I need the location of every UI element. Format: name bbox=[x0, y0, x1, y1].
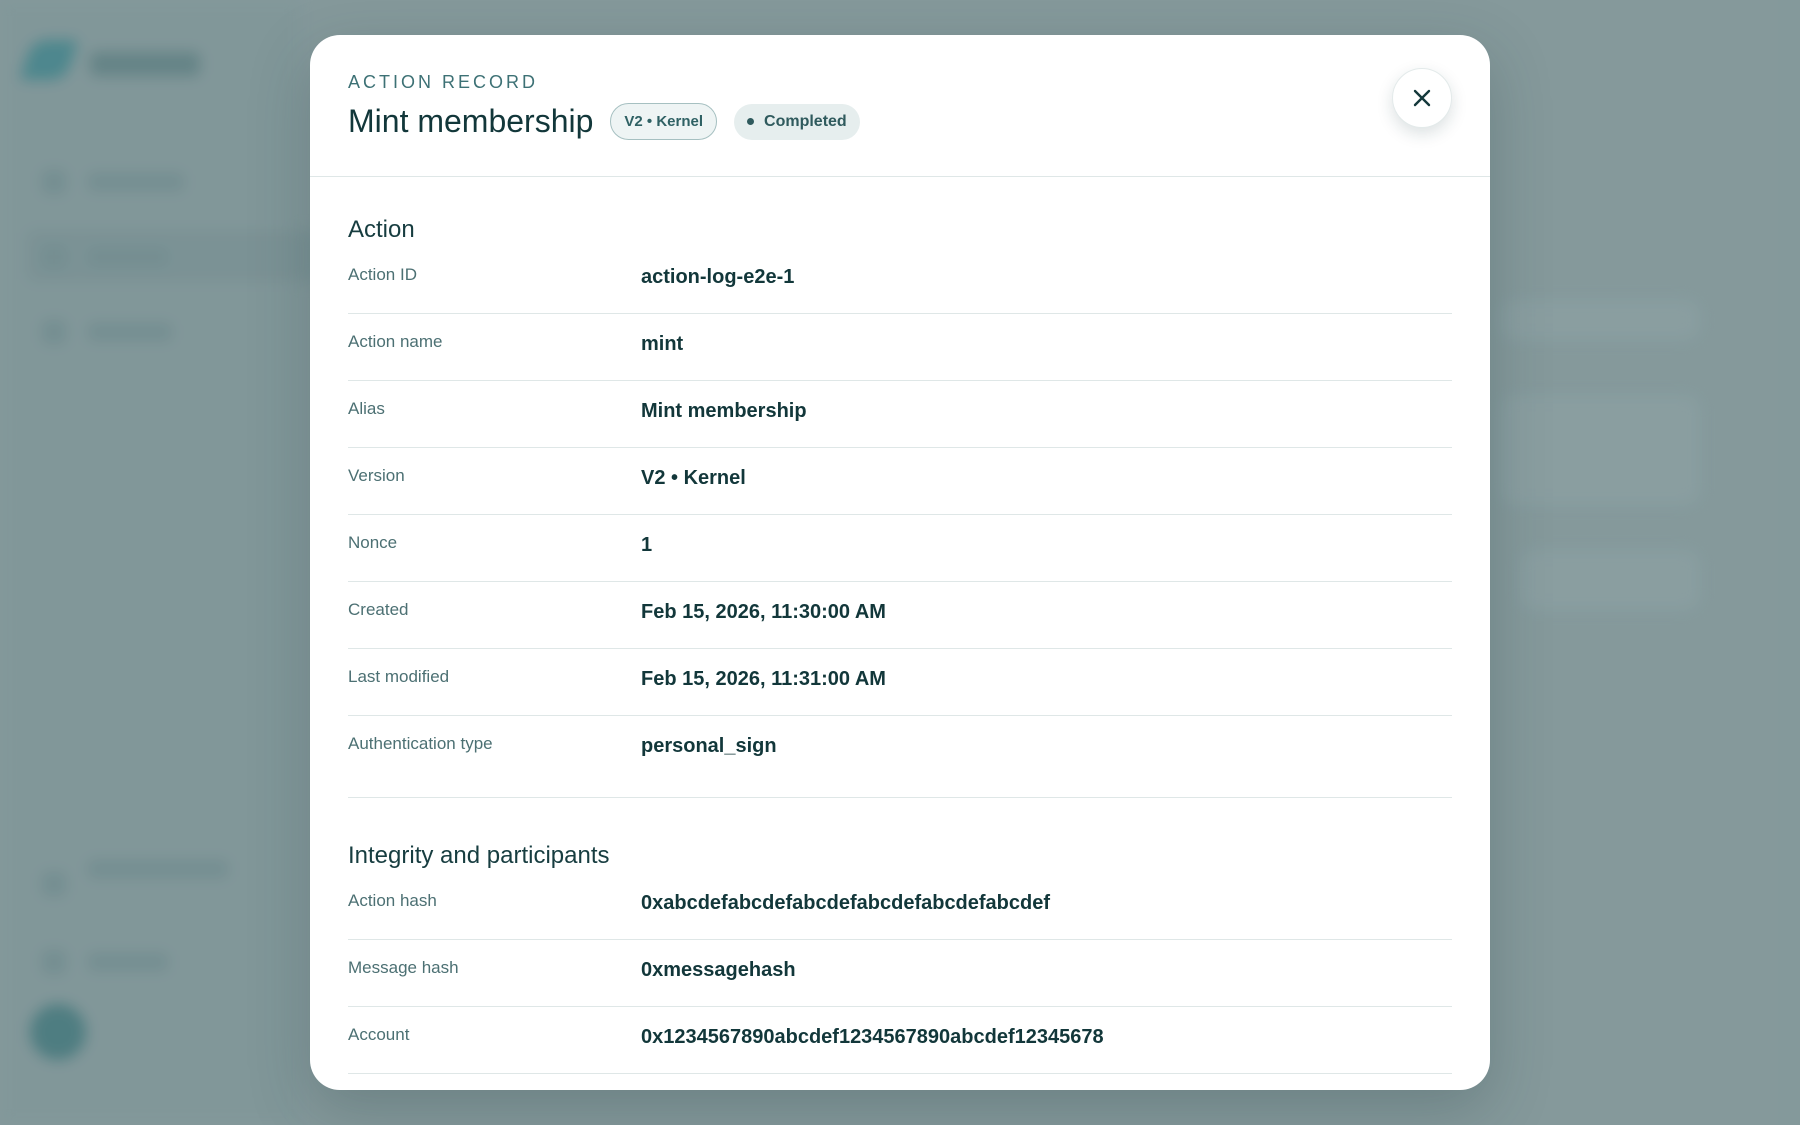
detail-label: Created bbox=[348, 600, 409, 619]
modal-body: Action Action ID action-log-e2e-1 Action… bbox=[310, 177, 1490, 1074]
detail-label: Account bbox=[348, 1025, 410, 1044]
detail-label: Action name bbox=[348, 332, 443, 351]
detail-value: 1 bbox=[641, 534, 653, 556]
detail-value: Feb 15, 2026, 11:30:00 AM bbox=[641, 601, 886, 623]
detail-row-auth-type: Authentication type personal_sign bbox=[348, 716, 1452, 783]
section-title-integrity: Integrity and participants bbox=[348, 842, 610, 869]
detail-row-created: Created Feb 15, 2026, 11:30:00 AM bbox=[348, 582, 1452, 649]
modal-eyebrow: ACTION RECORD bbox=[348, 72, 539, 92]
detail-row-nonce: Nonce 1 bbox=[348, 515, 1452, 582]
detail-label: Message hash bbox=[348, 958, 459, 977]
close-icon bbox=[1413, 89, 1431, 107]
detail-value: 0xabcdefabcdefabcdefabcdefabcdefabcdef bbox=[641, 892, 1051, 914]
version-badge: V2 • Kernel bbox=[610, 103, 718, 140]
detail-label: Authentication type bbox=[348, 734, 493, 753]
detail-value: 0xmessagehash bbox=[641, 959, 796, 981]
title-row: Mint membership V2 • Kernel Completed bbox=[348, 103, 860, 140]
detail-label: Nonce bbox=[348, 533, 398, 552]
detail-row-message-hash: Message hash 0xmessagehash bbox=[348, 940, 1452, 1007]
detail-value: Feb 15, 2026, 11:31:00 AM bbox=[641, 668, 886, 690]
detail-row-action-name: Action name mint bbox=[348, 314, 1452, 381]
detail-row-account: Account 0x1234567890abcdef1234567890abcd… bbox=[348, 1007, 1452, 1074]
section-divider bbox=[348, 783, 1452, 798]
detail-row-last-modified: Last modified Feb 15, 2026, 11:31:00 AM bbox=[348, 649, 1452, 716]
close-button[interactable] bbox=[1392, 68, 1452, 128]
action-record-modal: ACTION RECORD Mint membership V2 • Kerne… bbox=[310, 35, 1490, 1090]
status-badge-label: Completed bbox=[764, 112, 847, 130]
modal-header: ACTION RECORD Mint membership V2 • Kerne… bbox=[310, 35, 1490, 177]
detail-value: V2 • Kernel bbox=[641, 467, 746, 489]
detail-label: Action ID bbox=[348, 265, 417, 284]
detail-label: Last modified bbox=[348, 667, 450, 686]
status-badge: Completed bbox=[734, 103, 860, 140]
detail-value: mint bbox=[641, 333, 684, 355]
detail-value: 0x1234567890abcdef1234567890abcdef123456… bbox=[641, 1026, 1104, 1048]
detail-row-action-hash: Action hash 0xabcdefabcdefabcdefabcdefab… bbox=[348, 873, 1452, 940]
status-dot-icon bbox=[747, 118, 755, 125]
detail-label: Alias bbox=[348, 399, 385, 418]
detail-value: action-log-e2e-1 bbox=[641, 266, 795, 288]
detail-row-action-id: Action ID action-log-e2e-1 bbox=[348, 247, 1452, 314]
detail-row-alias: Alias Mint membership bbox=[348, 381, 1452, 448]
section-title-action: Action bbox=[348, 216, 415, 243]
detail-row-version: Version V2 • Kernel bbox=[348, 448, 1452, 515]
detail-label: Version bbox=[348, 466, 405, 485]
detail-value: personal_sign bbox=[641, 735, 777, 757]
modal-title: Mint membership bbox=[348, 103, 594, 139]
detail-label: Action hash bbox=[348, 891, 437, 910]
detail-value: Mint membership bbox=[641, 400, 807, 422]
